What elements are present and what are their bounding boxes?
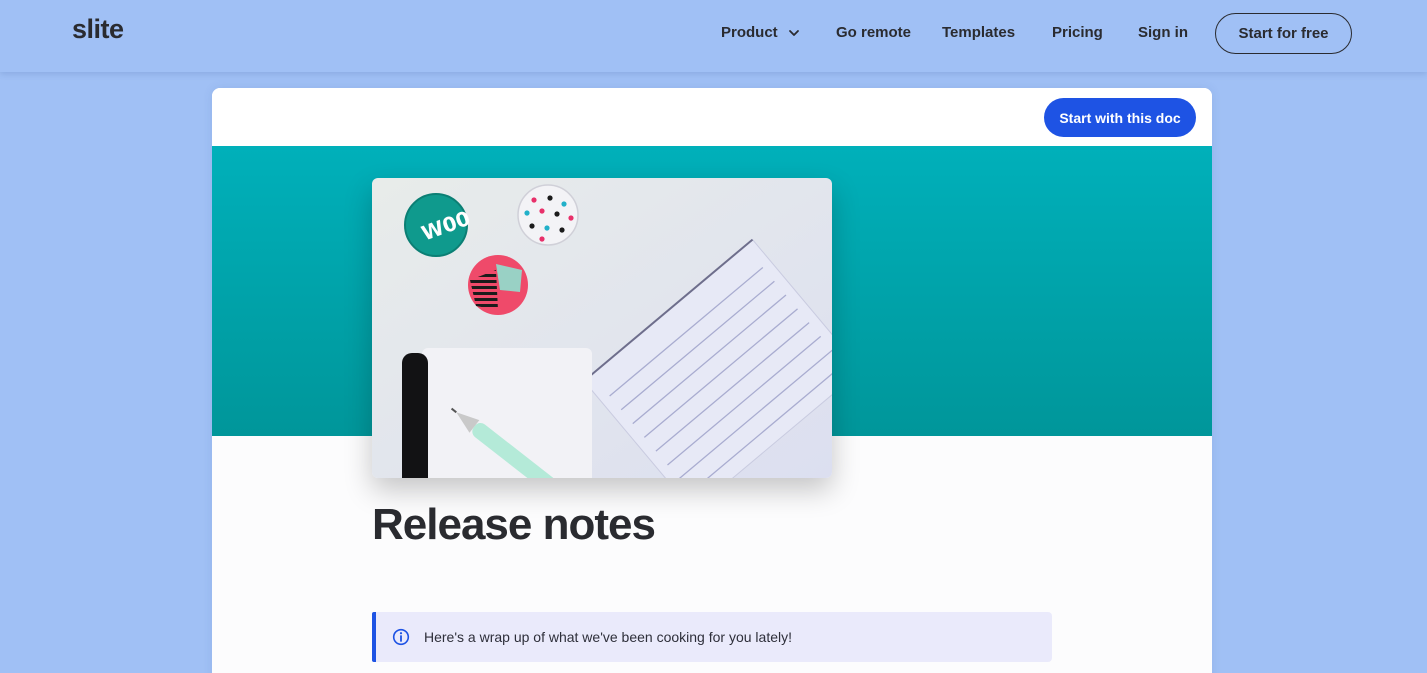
callout-text: Here's a wrap up of what we've been cook… — [424, 629, 792, 645]
chevron-down-icon — [788, 29, 799, 36]
nav-product-label: Product — [721, 24, 778, 41]
nav-templates[interactable]: Templates — [942, 24, 1015, 41]
doc-title: Release notes — [372, 500, 656, 549]
info-icon — [392, 628, 410, 646]
nav-pricing[interactable]: Pricing — [1052, 24, 1103, 41]
top-navbar: slite Product Go remote Templates Pricin… — [0, 0, 1427, 72]
cover-illustration: W00 — [372, 178, 832, 478]
template-preview-card: Start with this doc W00 Release notes He… — [212, 88, 1212, 673]
info-callout: Here's a wrap up of what we've been cook… — [372, 612, 1052, 662]
cover-image: W00 — [372, 178, 832, 478]
card-toolbar: Start with this doc — [212, 88, 1212, 146]
start-for-free-button[interactable]: Start for free — [1215, 13, 1352, 54]
start-with-this-doc-button[interactable]: Start with this doc — [1044, 98, 1196, 137]
slite-logo[interactable]: slite — [72, 14, 124, 45]
nav-go-remote[interactable]: Go remote — [836, 24, 911, 41]
nav-product[interactable]: Product — [721, 24, 800, 41]
nav-sign-in[interactable]: Sign in — [1138, 24, 1188, 41]
